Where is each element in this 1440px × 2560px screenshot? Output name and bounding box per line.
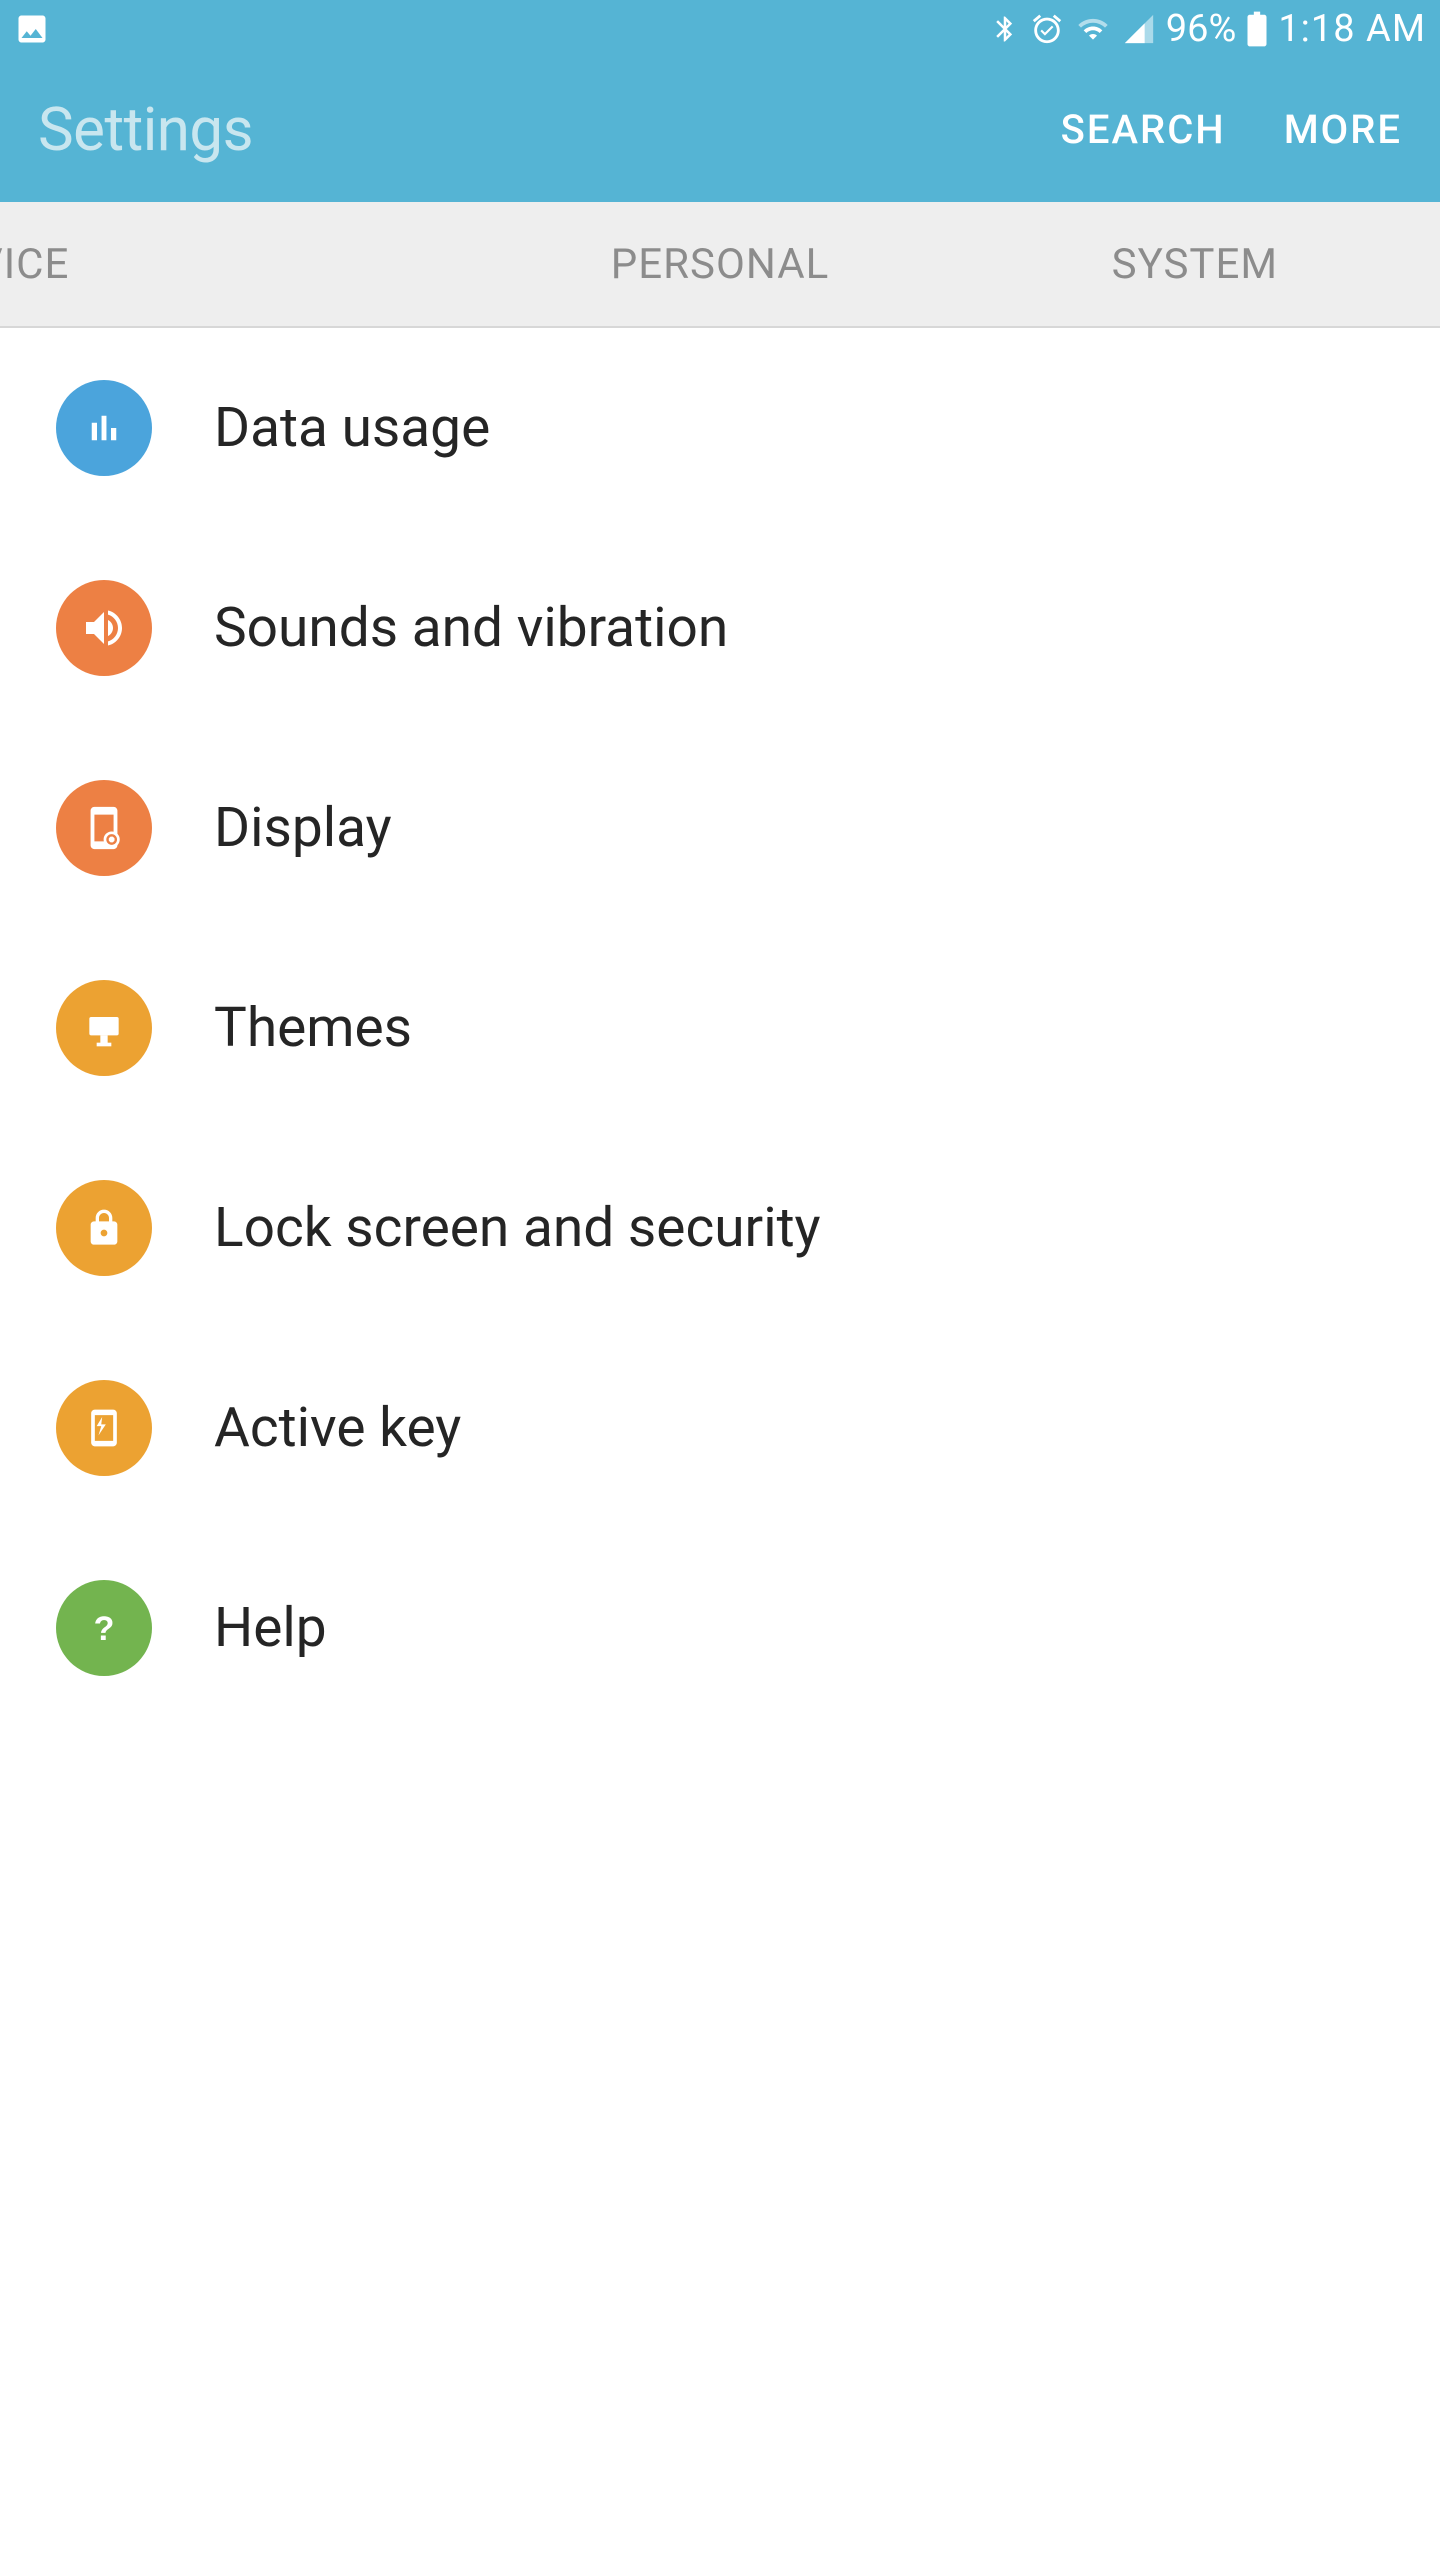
wifi-icon (1074, 13, 1112, 45)
list-item-sounds-and-vibration[interactable]: Sounds and vibration (0, 528, 1440, 728)
list-item-label: Sounds and vibration (214, 596, 728, 660)
list-item-display[interactable]: Display (0, 728, 1440, 928)
help-icon: ? (56, 1580, 152, 1676)
list-item-label: Display (214, 796, 392, 860)
more-button[interactable]: MORE (1284, 106, 1402, 153)
list-item-label: Data usage (214, 396, 490, 460)
tab-system[interactable]: SYSTEM (1112, 240, 1278, 289)
list-item-lock-screen-and-security[interactable]: Lock screen and security (0, 1128, 1440, 1328)
signal-icon (1122, 12, 1156, 46)
status-left (14, 11, 50, 47)
status-right: 96% 1:18 AM (990, 7, 1426, 51)
list-item-help[interactable]: ? Help (0, 1528, 1440, 1728)
bluetooth-icon (990, 12, 1020, 46)
list-item-themes[interactable]: Themes (0, 928, 1440, 1128)
display-icon (56, 780, 152, 876)
page-title: Settings (38, 94, 253, 165)
settings-list: Data usage Sounds and vibration Display … (0, 328, 1440, 1728)
list-item-label: Lock screen and security (214, 1196, 821, 1260)
lock-icon (56, 1180, 152, 1276)
list-item-label: Themes (214, 996, 412, 1060)
list-item-active-key[interactable]: Active key (0, 1328, 1440, 1528)
data-usage-icon (56, 380, 152, 476)
tab-device[interactable]: VICE (0, 240, 69, 289)
picture-icon (14, 11, 50, 47)
action-button-group: SEARCH MORE (1061, 106, 1402, 153)
list-item-label: Help (214, 1596, 327, 1660)
list-item-data-usage[interactable]: Data usage (0, 328, 1440, 528)
active-key-icon (56, 1380, 152, 1476)
list-item-label: Active key (214, 1396, 461, 1460)
battery-percent: 96% (1166, 7, 1237, 51)
tab-personal[interactable]: PERSONAL (611, 240, 829, 289)
battery-icon (1246, 10, 1268, 48)
tabs-bar[interactable]: VICE PERSONAL SYSTEM (0, 200, 1440, 328)
svg-text:?: ? (94, 1610, 115, 1648)
alarm-icon (1030, 12, 1064, 46)
action-bar: Settings SEARCH MORE (0, 58, 1440, 200)
status-bar: 96% 1:18 AM (0, 0, 1440, 58)
themes-icon (56, 980, 152, 1076)
status-time: 1:18 AM (1278, 7, 1426, 51)
sound-icon (56, 580, 152, 676)
search-button[interactable]: SEARCH (1061, 106, 1226, 153)
